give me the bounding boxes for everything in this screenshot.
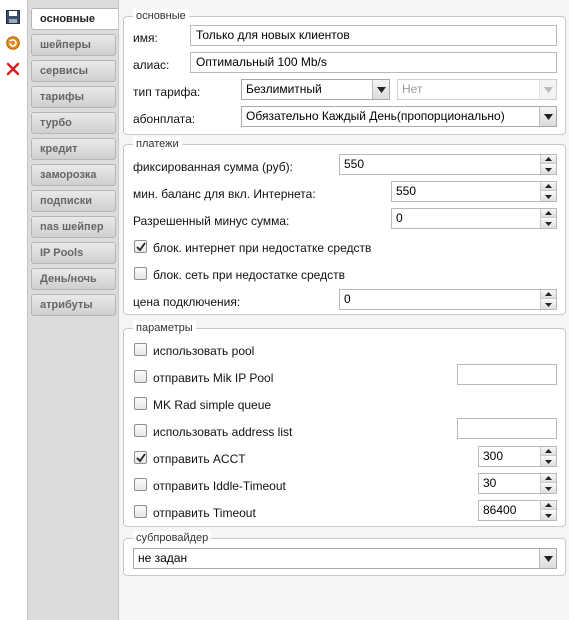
tab-subscriptions[interactable]: подписки [31, 190, 116, 212]
timeout-value: 86400 [483, 503, 517, 517]
tab-column: основные шейперы сервисы тарифы турбо кр… [27, 0, 119, 620]
alias-input[interactable]: Оптимальный 100 Mb/s [190, 52, 557, 73]
refresh-icon[interactable] [4, 34, 22, 52]
name-input[interactable]: Только для новых клиентов [190, 25, 557, 46]
mk-rad-checkbox[interactable] [134, 397, 147, 410]
tariff-type-extra-select: Нет [397, 79, 557, 100]
spin-down-icon[interactable] [541, 511, 556, 520]
idle-spinner[interactable]: 30 [478, 473, 557, 494]
tab-day-night[interactable]: День/ночь [31, 268, 116, 290]
payments-group: платежи фиксированная сумма (руб): 550 м… [123, 137, 566, 315]
tab-freeze[interactable]: заморозка [31, 164, 116, 186]
checkmark-icon [135, 241, 146, 251]
send-mik-pool-label: отправить Mik IP Pool [153, 371, 274, 385]
tariff-type-extra-value: Нет [402, 82, 423, 96]
subprovider-value: не задан [138, 551, 188, 565]
subprovider-legend: субпровайдер [133, 531, 212, 545]
chevron-down-icon [372, 80, 389, 99]
tab-nas-shaper[interactable]: nas шейпер [31, 216, 116, 238]
spin-up-icon[interactable] [541, 290, 556, 299]
block-network-checkbox[interactable] [134, 267, 147, 280]
min-balance-value: 550 [396, 184, 417, 198]
spin-down-icon[interactable] [541, 192, 556, 201]
subprovider-select[interactable]: не задан [133, 548, 557, 569]
save-icon[interactable] [4, 8, 22, 26]
tab-ip-pools[interactable]: IP Pools [31, 242, 116, 264]
tab-services[interactable]: сервисы [31, 60, 116, 82]
basic-group: основные имя: Только для новых клиентов … [123, 9, 566, 135]
fee-select[interactable]: Обязательно Каждый День(пропорционально) [241, 106, 557, 127]
acct-value: 300 [483, 449, 504, 463]
spin-up-icon[interactable] [541, 209, 556, 218]
fixed-sum-value: 550 [344, 157, 365, 171]
spin-down-icon[interactable] [541, 300, 556, 309]
checkmark-icon [135, 452, 146, 462]
fee-label: абонплата: [133, 112, 196, 126]
spin-up-icon[interactable] [541, 155, 556, 164]
idle-value: 30 [483, 476, 497, 490]
fixed-sum-spinner[interactable]: 550 [339, 154, 557, 175]
send-timeout-label: отправить Timeout [153, 506, 256, 520]
spin-down-icon[interactable] [541, 219, 556, 228]
spin-down-icon[interactable] [541, 484, 556, 493]
timeout-spinner[interactable]: 86400 [478, 500, 557, 521]
allowed-minus-spinner[interactable]: 0 [391, 208, 557, 229]
tariff-type-select[interactable]: Безлимитный [241, 79, 390, 100]
tab-tariffs[interactable]: тарифы [31, 86, 116, 108]
block-internet-label: блок. интернет при недостатке средств [153, 241, 372, 255]
close-icon[interactable] [4, 60, 22, 78]
spin-down-icon[interactable] [541, 165, 556, 174]
spin-up-icon[interactable] [541, 447, 556, 456]
params-group: параметры использовать pool отправить Mi… [123, 321, 566, 527]
spin-up-icon[interactable] [541, 501, 556, 510]
connect-price-spinner[interactable]: 0 [339, 289, 557, 310]
params-legend: параметры [133, 321, 196, 335]
tab-attributes[interactable]: атрибуты [31, 294, 116, 316]
use-pool-checkbox[interactable] [134, 343, 147, 356]
tariff-type-label: тип тарифа: [133, 85, 201, 99]
spin-up-icon[interactable] [541, 182, 556, 191]
allowed-minus-label: Разрешенный минус сумма: [133, 214, 290, 228]
acct-spinner[interactable]: 300 [478, 446, 557, 467]
send-idle-checkbox[interactable] [134, 478, 147, 491]
allowed-minus-value: 0 [396, 211, 403, 225]
use-pool-label: использовать pool [153, 344, 255, 358]
use-address-list-checkbox[interactable] [134, 424, 147, 437]
chevron-down-icon [539, 80, 556, 99]
chevron-down-icon [539, 549, 556, 568]
main-panel: основные имя: Только для новых клиентов … [118, 0, 569, 620]
block-network-label: блок. сеть при недостатке средств [153, 268, 345, 282]
send-acct-label: отправить ACCT [153, 452, 246, 466]
send-acct-checkbox[interactable] [134, 451, 147, 464]
tariff-type-value: Безлимитный [246, 82, 322, 96]
mk-rad-label: MK Rad simple queue [153, 398, 272, 412]
name-label: имя: [133, 31, 158, 45]
alias-label: алиас: [133, 58, 170, 72]
address-list-input[interactable] [457, 418, 557, 439]
mik-pool-input[interactable] [457, 364, 557, 385]
tab-turbo[interactable]: турбо [31, 112, 116, 134]
basic-legend: основные [133, 9, 189, 23]
fixed-sum-label: фиксированная сумма (руб): [133, 160, 293, 174]
min-balance-label: мин. баланс для вкл. Интернета: [133, 187, 316, 201]
send-idle-label: отправить Iddle-Timeout [153, 479, 286, 493]
spin-up-icon[interactable] [541, 474, 556, 483]
send-timeout-checkbox[interactable] [134, 505, 147, 518]
chevron-down-icon [539, 107, 556, 126]
left-toolbar [0, 0, 27, 620]
tab-credit[interactable]: кредит [31, 138, 116, 160]
send-mik-pool-checkbox[interactable] [134, 370, 147, 383]
fee-value: Обязательно Каждый День(пропорционально) [246, 109, 505, 123]
block-internet-checkbox[interactable] [134, 240, 147, 253]
min-balance-spinner[interactable]: 550 [391, 181, 557, 202]
spin-down-icon[interactable] [541, 457, 556, 466]
subprovider-group: субпровайдер не задан [123, 531, 566, 576]
payments-legend: платежи [133, 137, 182, 151]
connect-price-value: 0 [344, 292, 351, 306]
connect-price-label: цена подключения: [133, 295, 241, 309]
use-address-list-label: использовать address list [153, 425, 293, 439]
tab-shapers[interactable]: шейперы [31, 34, 116, 56]
tab-basic[interactable]: основные [31, 8, 119, 30]
